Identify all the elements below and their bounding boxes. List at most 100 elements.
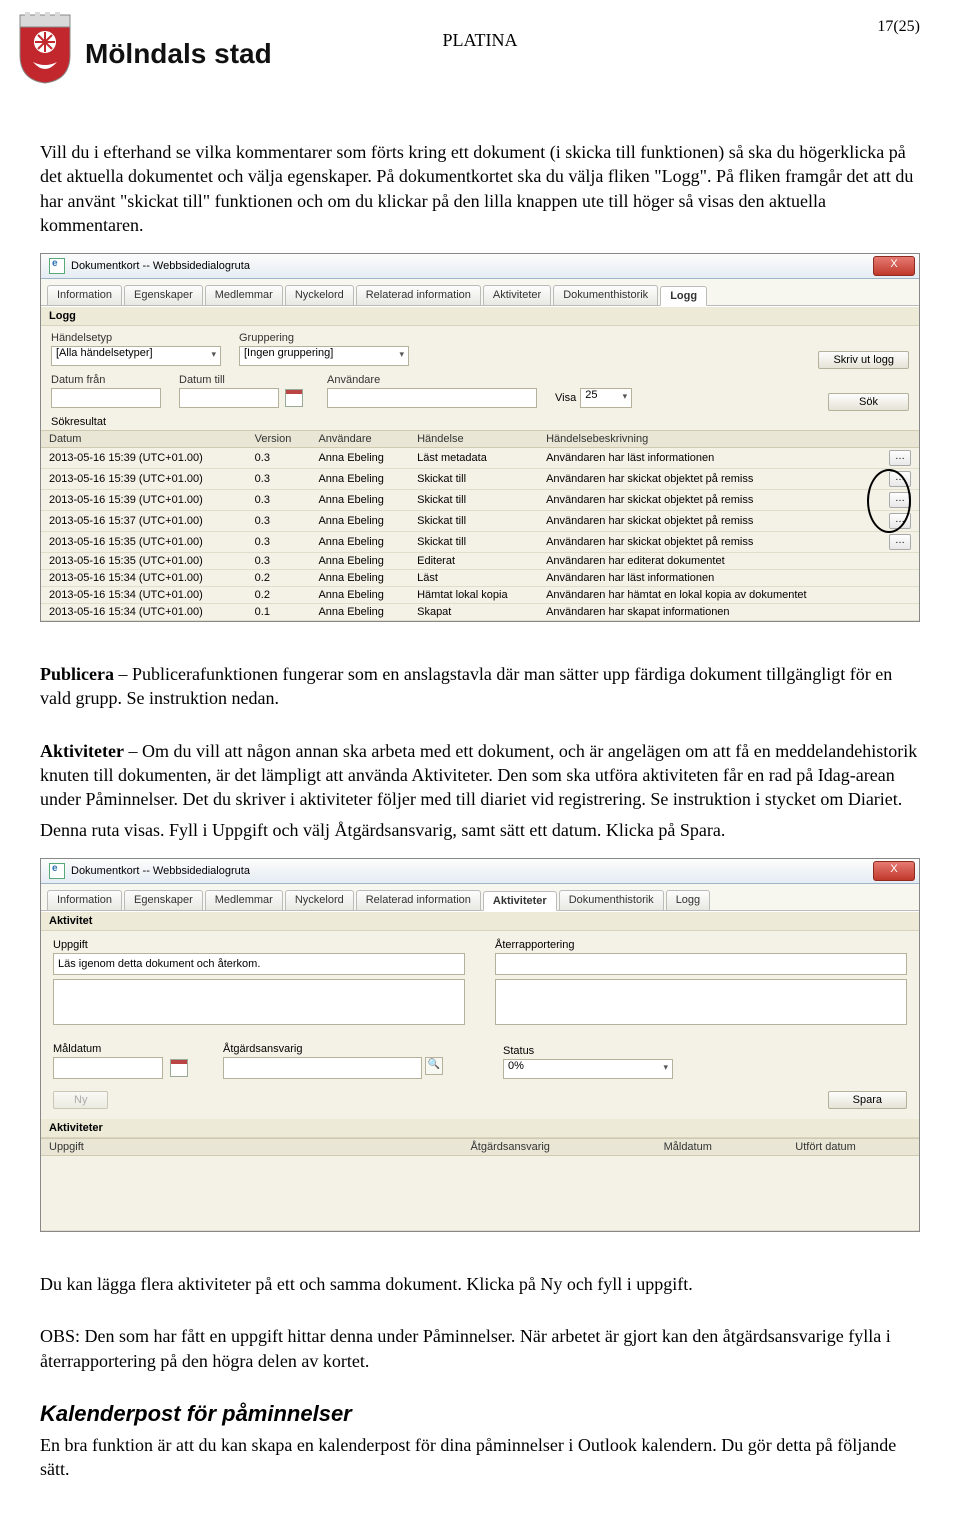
label-gruppering: Gruppering	[239, 332, 409, 344]
label-maldatum: Måldatum	[53, 1043, 193, 1055]
tab-aktiviteter[interactable]: Aktiviteter	[483, 891, 557, 911]
paragraph-publicera: Publicera – Publicerafunktionen fungerar…	[40, 662, 920, 711]
table-row[interactable]: 2013-05-16 15:39 (UTC+01.00)0.3Anna Ebel…	[41, 469, 919, 490]
select-status[interactable]: 0%	[503, 1059, 673, 1079]
column-header: Version	[247, 431, 311, 448]
page-icon	[49, 258, 65, 274]
label-datum-fran: Datum från	[51, 374, 161, 386]
label-datum-till: Datum till	[179, 374, 309, 386]
print-log-button[interactable]: Skriv ut logg	[818, 351, 909, 369]
label-aterrapportering: Återrapportering	[495, 939, 907, 951]
dialog-title: Dokumentkort -- Webbsidedialogruta	[71, 260, 250, 272]
column-header: Händelse	[409, 431, 538, 448]
label-handelsetyp: Händelsetyp	[51, 332, 221, 344]
table-row[interactable]: 2013-05-16 15:34 (UTC+01.00)0.2Anna Ebel…	[41, 570, 919, 587]
page-counter: 17(25)	[877, 18, 920, 36]
dialog-titlebar: Dokumentkort -- Webbsidedialogruta X	[41, 859, 919, 884]
close-button[interactable]: X	[873, 256, 915, 276]
ny-button[interactable]: Ny	[53, 1091, 108, 1109]
tab-medlemmar[interactable]: Medlemmar	[205, 890, 283, 910]
input-atgardsansvarig[interactable]	[223, 1057, 422, 1079]
details-button[interactable]: …	[889, 450, 911, 466]
table-empty-row	[41, 1155, 919, 1230]
table-row[interactable]: 2013-05-16 15:35 (UTC+01.00)0.3Anna Ebel…	[41, 532, 919, 553]
section-heading: Kalenderpost för påminnelser	[40, 1399, 920, 1429]
select-visa[interactable]: 25	[580, 388, 632, 408]
tab-nyckelord[interactable]: Nyckelord	[285, 285, 354, 305]
textarea-aterrapportering[interactable]	[495, 979, 907, 1025]
column-header: Åtgärdsansvarig	[462, 1138, 655, 1155]
table-row[interactable]: 2013-05-16 15:34 (UTC+01.00)0.2Anna Ebel…	[41, 587, 919, 604]
paragraph-obs: OBS: Den som har fått en uppgift hittar …	[40, 1324, 920, 1373]
column-header: Måldatum	[656, 1138, 788, 1155]
tab-information[interactable]: Information	[47, 285, 122, 305]
paragraph-aktiviteter: Aktiviteter – Om du vill att någon annan…	[40, 739, 920, 812]
tab-medlemmar[interactable]: Medlemmar	[205, 285, 283, 305]
panel-title-aktiviteter-list: Aktiviteter	[41, 1119, 919, 1138]
input-anvandare[interactable]	[327, 388, 537, 408]
spara-button[interactable]: Spara	[828, 1091, 907, 1109]
paragraph-kalender: En bra funktion är att du kan skapa en k…	[40, 1433, 920, 1482]
tab-dokumenthistorik[interactable]: Dokumenthistorik	[553, 285, 658, 305]
table-row[interactable]: 2013-05-16 15:39 (UTC+01.00)0.3Anna Ebel…	[41, 490, 919, 511]
city-crest-icon	[15, 10, 75, 90]
brand-text: Mölndals stad	[85, 38, 272, 70]
page-icon	[49, 863, 65, 879]
dialog-titlebar: Dokumentkort -- Webbsidedialogruta X	[41, 254, 919, 279]
calendar-icon[interactable]	[285, 389, 303, 407]
label-sokresultat: Sökresultat	[41, 410, 919, 430]
aktiviteter-table: UppgiftÅtgärdsansvarigMåldatumUtfört dat…	[41, 1138, 919, 1231]
label-status: Status	[503, 1045, 673, 1057]
screenshot-logg: Dokumentkort -- Webbsidedialogruta X Inf…	[40, 253, 920, 622]
screenshot-aktiviteter: Dokumentkort -- Webbsidedialogruta X Inf…	[40, 858, 920, 1232]
column-header: Händelsebeskrivning	[538, 431, 873, 448]
select-gruppering[interactable]: [Ingen gruppering]	[239, 346, 409, 366]
close-button[interactable]: X	[873, 861, 915, 881]
tab-aktiviteter[interactable]: Aktiviteter	[483, 285, 551, 305]
tabs-row: InformationEgenskaperMedlemmarNyckelordR…	[41, 279, 919, 306]
column-header: Utfört datum	[787, 1138, 919, 1155]
tab-relaterad-information[interactable]: Relaterad information	[356, 285, 481, 305]
select-handelsetyp[interactable]: [Alla händelsetyper]	[51, 346, 221, 366]
lookup-icon[interactable]: 🔍	[425, 1057, 443, 1075]
tab-logg[interactable]: Logg	[660, 286, 707, 306]
dialog-title: Dokumentkort -- Webbsidedialogruta	[71, 865, 250, 877]
panel-title-aktivitet: Aktivitet	[41, 912, 919, 931]
search-button[interactable]: Sök	[828, 393, 909, 411]
input-datum-till[interactable]	[179, 388, 279, 408]
panel-title-logg: Logg	[41, 307, 919, 326]
input-aterrapportering[interactable]	[495, 953, 907, 975]
tab-egenskaper[interactable]: Egenskaper	[124, 890, 203, 910]
tab-dokumenthistorik[interactable]: Dokumenthistorik	[559, 890, 664, 910]
tab-logg[interactable]: Logg	[666, 890, 710, 910]
tab-relaterad-information[interactable]: Relaterad information	[356, 890, 481, 910]
details-button[interactable]: …	[889, 492, 911, 508]
page-header: Mölndals stad PLATINA 17(25)	[40, 20, 920, 100]
table-row[interactable]: 2013-05-16 15:37 (UTC+01.00)0.3Anna Ebel…	[41, 511, 919, 532]
details-button[interactable]: …	[889, 513, 911, 529]
label-anvandare: Användare	[327, 374, 537, 386]
column-header: Uppgift	[41, 1138, 462, 1155]
table-row[interactable]: 2013-05-16 15:39 (UTC+01.00)0.3Anna Ebel…	[41, 448, 919, 469]
details-button[interactable]: …	[889, 471, 911, 487]
tab-information[interactable]: Information	[47, 890, 122, 910]
input-uppgift[interactable]	[53, 953, 465, 975]
table-row[interactable]: 2013-05-16 15:35 (UTC+01.00)0.3Anna Ebel…	[41, 553, 919, 570]
input-maldatum[interactable]	[53, 1057, 163, 1079]
details-button[interactable]: …	[889, 534, 911, 550]
header-center: PLATINA	[443, 30, 518, 51]
label-atgardsansvarig: Åtgärdsansvarig	[223, 1043, 443, 1055]
tab-nyckelord[interactable]: Nyckelord	[285, 890, 354, 910]
tab-egenskaper[interactable]: Egenskaper	[124, 285, 203, 305]
results-table: DatumVersionAnvändareHändelseHändelsebes…	[41, 430, 919, 621]
column-header: Användare	[310, 431, 409, 448]
input-datum-fran[interactable]	[51, 388, 161, 408]
tabs-row: InformationEgenskaperMedlemmarNyckelordR…	[41, 884, 919, 911]
label-uppgift: Uppgift	[53, 939, 465, 951]
textarea-uppgift[interactable]	[53, 979, 465, 1025]
calendar-icon[interactable]	[170, 1059, 188, 1077]
table-row[interactable]: 2013-05-16 15:34 (UTC+01.00)0.1Anna Ebel…	[41, 604, 919, 621]
paragraph-after: Du kan lägga flera aktiviteter på ett oc…	[40, 1272, 920, 1296]
label-visa: Visa	[555, 392, 576, 404]
column-header: Datum	[41, 431, 247, 448]
